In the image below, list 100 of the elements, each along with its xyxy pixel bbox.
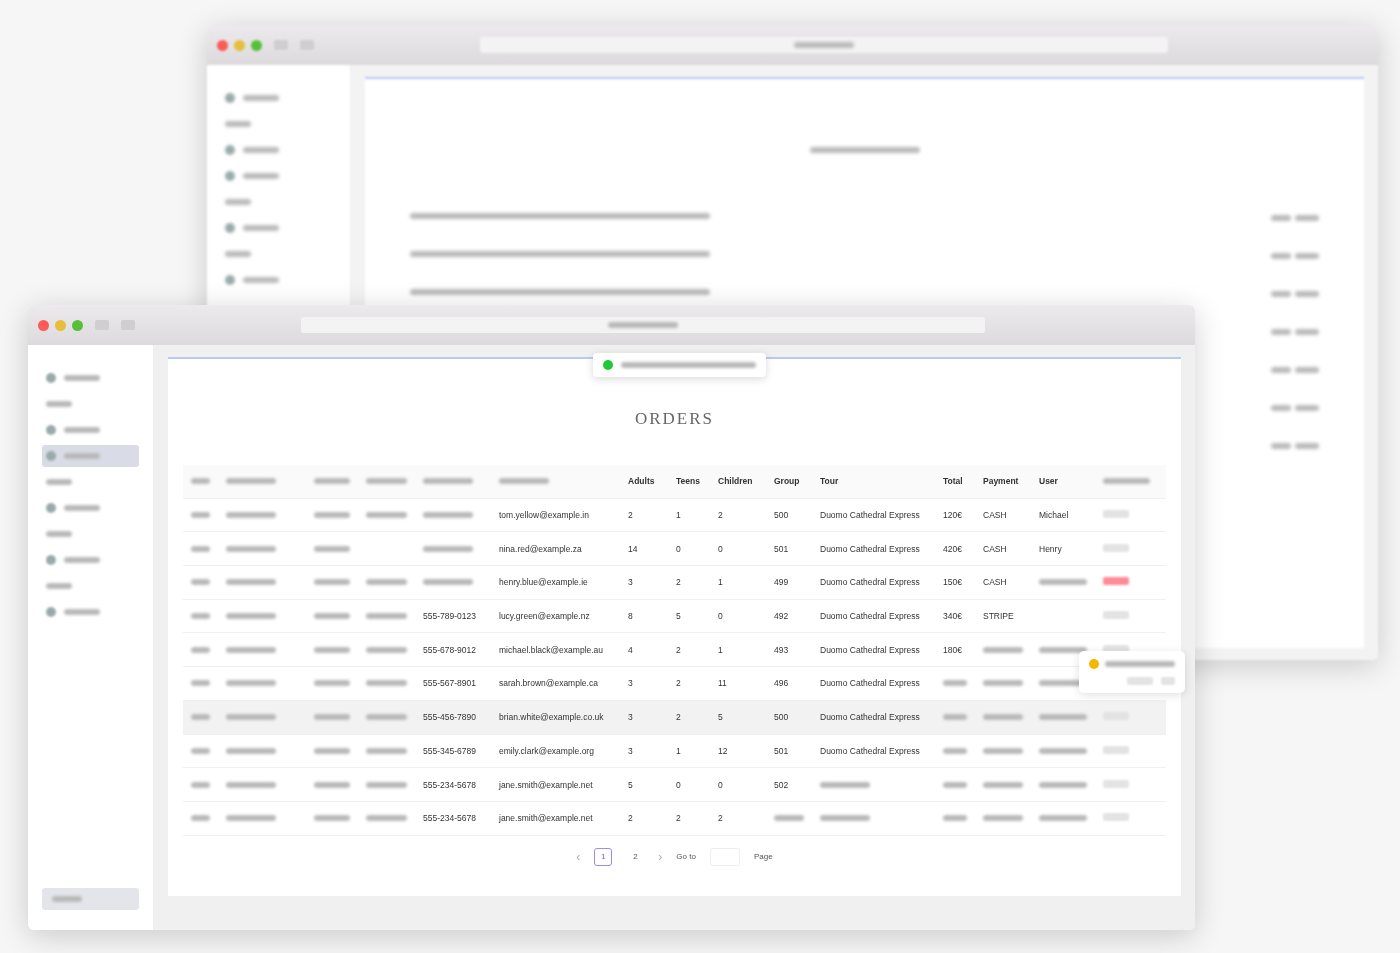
address-bar[interactable] (480, 37, 1168, 53)
blurred-text (226, 512, 276, 519)
blurred-text (314, 478, 350, 485)
blurred-text (52, 896, 82, 902)
blurred-text (983, 781, 1023, 788)
blurred-text (226, 815, 276, 822)
column-header: Payment (982, 476, 1020, 487)
table-cell-text: Henry (1038, 543, 1063, 554)
blurred-text (1270, 329, 1291, 335)
circle-icon (225, 171, 235, 181)
blurred-text (1270, 291, 1291, 297)
blurred-text (366, 478, 407, 485)
table-cell-text: 2 (675, 678, 682, 689)
table-cell-text: 340€ (942, 611, 963, 622)
blurred-text (943, 747, 967, 754)
table-cell-text: brian.white@example.co.uk (498, 712, 605, 723)
blurred-text (226, 646, 276, 653)
circle-icon (46, 607, 56, 617)
address-bar[interactable] (301, 317, 985, 333)
table-cell-text: 0 (675, 779, 682, 790)
page-label: Page (753, 852, 773, 862)
table-cell-text: 2 (675, 644, 682, 655)
table-cell-text: 420€ (942, 543, 963, 554)
blurred-text (64, 557, 100, 563)
blurred-text (943, 781, 967, 788)
blurred-text (225, 121, 251, 127)
column-header: Total (942, 476, 964, 487)
page-button[interactable]: 2 (626, 847, 645, 866)
blurred-text (226, 545, 276, 552)
go-to-label: Go to (676, 852, 696, 862)
cancel-button[interactable] (1103, 813, 1129, 822)
table-cell-text: emily.clark@example.org (498, 745, 595, 756)
blurred-text (366, 680, 407, 687)
table-cell-text: 2 (717, 813, 724, 824)
cancel-button[interactable] (1103, 611, 1129, 620)
table-cell-text: 492 (773, 611, 790, 622)
blurred-text (820, 781, 870, 788)
blurred-text (314, 613, 350, 620)
table-cell-text: 555-678-9012 (422, 644, 477, 655)
close-icon[interactable] (38, 319, 49, 331)
blurred-text (191, 646, 210, 653)
cancel-button[interactable] (1103, 543, 1129, 552)
blurred-text (64, 453, 100, 459)
blurred-text (191, 512, 210, 519)
table-cell-text: Duomo Cathedral Express (819, 678, 921, 689)
table-cell-text: michael.black@example.au (498, 644, 605, 655)
blurred-text (226, 478, 276, 485)
minimize-icon[interactable] (234, 39, 245, 51)
table-cell-text: 14 (627, 543, 639, 554)
blurred-text (191, 714, 210, 721)
blurred-text (423, 512, 473, 519)
blurred-text (1039, 714, 1087, 721)
table-cell-text: STRIPE (982, 611, 1015, 622)
blurred-text (46, 479, 72, 485)
blurred-text (1270, 215, 1291, 221)
blurred-text (983, 680, 1023, 687)
blurred-text (225, 199, 251, 205)
cancel-button[interactable] (1103, 779, 1129, 788)
blurred-text (943, 680, 967, 687)
table-cell-text: 150€ (942, 577, 963, 588)
blurred-text (225, 251, 251, 257)
blurred-text (1295, 443, 1319, 449)
sidebar-item[interactable] (42, 445, 139, 467)
blurred-text (423, 579, 473, 586)
table-cell-text: 555-789-0123 (422, 611, 477, 622)
table-cell-text: 555-345-6789 (422, 745, 477, 756)
table-cell-text: Michael (1038, 510, 1070, 521)
table-cell-text: nina.red@example.za (498, 543, 583, 554)
circle-icon (225, 223, 235, 233)
blurred-text (1270, 405, 1291, 411)
maximize-icon[interactable] (251, 39, 262, 51)
confirm-button[interactable] (1161, 677, 1175, 685)
page-button[interactable]: 1 (594, 847, 613, 866)
blurred-text (191, 747, 210, 754)
maximize-icon[interactable] (72, 319, 83, 331)
minimize-icon[interactable] (55, 319, 66, 331)
cancel-button[interactable] (1103, 577, 1129, 586)
table-cell-text: 500 (773, 510, 790, 521)
table-cell-text: 5 (675, 611, 682, 622)
table-cell-text: jane.smith@example.net (498, 813, 594, 824)
blurred-text (1039, 815, 1087, 822)
table-cell-text: Duomo Cathedral Express (819, 510, 921, 521)
blurred-text (314, 714, 350, 721)
cancel-button[interactable] (1103, 745, 1129, 754)
cancel-button[interactable] (1103, 510, 1129, 519)
cancel-button[interactable] (1127, 677, 1153, 685)
circle-icon (46, 555, 56, 565)
logout-button[interactable] (42, 888, 139, 910)
blurred-text (226, 613, 276, 620)
blurred-text (794, 42, 854, 48)
table-cell-text: 2 (675, 712, 682, 723)
circle-icon (225, 145, 235, 155)
blurred-text (226, 714, 276, 721)
blurred-text (314, 545, 350, 552)
table-cell-text: tom.yellow@example.in (498, 510, 590, 521)
close-icon[interactable] (217, 39, 228, 51)
table-cell-text: 555-234-5678 (422, 813, 477, 824)
table-cell-text: 1 (717, 577, 724, 588)
blurred-text (243, 147, 279, 153)
blurred-text (1039, 579, 1087, 586)
